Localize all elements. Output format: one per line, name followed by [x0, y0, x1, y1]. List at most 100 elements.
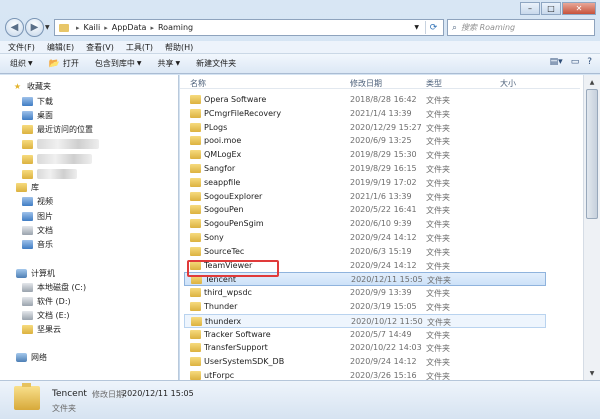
close-button[interactable]: ✕	[562, 2, 596, 15]
nav-blurred-item[interactable]	[22, 169, 77, 179]
file-row[interactable]: SogouPen 2020/5/22 16:41 文件夹	[184, 203, 546, 217]
file-row[interactable]: Sony 2020/9/24 14:12 文件夹	[184, 231, 546, 245]
nav-drive-c[interactable]: 本地磁盘 (C:)	[22, 282, 86, 293]
organize-button[interactable]: 组织 ▼	[10, 58, 33, 69]
file-row[interactable]: Thunder 2020/3/19 15:05 文件夹	[184, 300, 546, 314]
folder-icon	[190, 205, 201, 215]
breadcrumb-roaming[interactable]: Roaming	[158, 23, 193, 32]
menu-file[interactable]: 文件(F)	[8, 42, 35, 53]
file-row[interactable]: PLogs 2020/12/29 15:27 文件夹	[184, 121, 546, 135]
file-date: 2020/9/9 13:39	[350, 288, 412, 298]
nav-desktop[interactable]: 桌面	[22, 110, 53, 121]
column-headers: 名称 修改日期 类型 大小	[180, 75, 580, 89]
nav-libraries[interactable]: 库	[16, 182, 39, 193]
new-folder-button[interactable]: 新建文件夹	[196, 58, 236, 69]
file-date: 2020/10/12 11:50	[351, 316, 423, 326]
nav-downloads[interactable]: 下载	[22, 96, 53, 107]
nav-label: 收藏夹	[27, 82, 51, 91]
refresh-icon[interactable]: ⟳	[425, 21, 441, 34]
file-type: 文件夹	[426, 178, 450, 188]
nav-music[interactable]: 音乐	[22, 239, 53, 250]
folder-icon	[14, 383, 40, 410]
file-row[interactable]: thunderx 2020/10/12 11:50 文件夹	[184, 313, 546, 328]
file-row[interactable]: SogouExplorer 2021/1/6 13:39 文件夹	[184, 190, 546, 204]
file-name: Thunder	[204, 302, 238, 311]
folder-icon	[190, 246, 201, 256]
folder-icon	[22, 139, 33, 149]
file-row[interactable]: third_wpsdc 2020/9/9 13:39 文件夹	[184, 286, 546, 300]
file-row[interactable]: seappfile 2019/9/19 17:02 文件夹	[184, 176, 546, 190]
scroll-down-arrow-icon[interactable]: ▼	[584, 366, 600, 380]
address-bar[interactable]: ▸ Kaili ▸ AppData ▸ Roaming ▼ ⟳	[54, 19, 444, 36]
drive-icon	[22, 283, 33, 292]
file-name: SourceTec	[204, 246, 245, 256]
vertical-scrollbar[interactable]: ▲ ▼	[583, 75, 600, 380]
preview-pane-icon[interactable]: ▭	[571, 57, 580, 67]
menu-view[interactable]: 查看(V)	[86, 42, 114, 53]
nav-network[interactable]: 网络	[16, 352, 47, 363]
nav-favorites[interactable]: ★ 收藏夹	[12, 81, 51, 92]
file-type: 文件夹	[426, 247, 450, 257]
file-row[interactable]: UserSystemSDK_DB 2020/9/24 14:12 文件夹	[184, 355, 546, 369]
file-type: 文件夹	[427, 317, 451, 327]
nutcloud-icon	[22, 325, 33, 334]
file-type: 文件夹	[426, 165, 450, 174]
menu-edit[interactable]: 编辑(E)	[47, 42, 74, 53]
nav-documents[interactable]: 文档	[22, 225, 53, 236]
nav-nutcloud[interactable]: 坚果云	[22, 324, 61, 335]
forward-button[interactable]: ▶	[25, 18, 44, 37]
file-name: SogouExplorer	[204, 191, 263, 201]
file-row[interactable]: TransferSupport 2020/10/22 14:03 文件夹	[184, 341, 546, 355]
chevron-right-icon[interactable]: ▸	[104, 24, 108, 32]
share-button[interactable]: 共享 ▼	[157, 58, 180, 69]
help-icon[interactable]: ?	[587, 57, 592, 67]
chevron-right-icon[interactable]: ▸	[150, 24, 154, 32]
back-button[interactable]: ◀	[5, 18, 24, 37]
file-row[interactable]: SogouPenSgim 2020/6/10 9:39 文件夹	[184, 217, 546, 231]
view-options-icon[interactable]: ▤▾	[550, 57, 563, 67]
share-label: 共享	[157, 59, 174, 68]
file-row[interactable]: Tracker Software 2020/5/7 14:49 文件夹	[184, 328, 546, 342]
file-row[interactable]: PCmgrFileRecovery 2021/1/4 13:39 文件夹	[184, 107, 546, 121]
file-row[interactable]: Sangfor 2019/8/29 16:15 文件夹	[184, 162, 546, 176]
nav-recent-places[interactable]: 最近访问的位置	[22, 124, 93, 135]
minimize-button[interactable]: –	[520, 2, 540, 15]
search-input[interactable]: ⌕ 搜索 Roaming	[447, 19, 595, 36]
chevron-right-icon[interactable]: ▸	[76, 24, 80, 32]
nav-computer[interactable]: 计算机	[16, 268, 55, 279]
file-type: 文件夹	[426, 109, 450, 119]
folder-icon	[59, 23, 69, 32]
nav-drive-e[interactable]: 文档 (E:)	[22, 310, 70, 321]
include-in-library-label: 包含到库中	[94, 59, 135, 68]
chevron-down-icon: ▼	[175, 60, 181, 67]
include-in-library-button[interactable]: 包含到库中 ▼	[95, 58, 142, 69]
file-type: 文件夹	[426, 372, 450, 380]
open-button[interactable]: 📂 打开	[49, 58, 79, 69]
network-icon	[16, 353, 27, 362]
maximize-button[interactable]: □	[541, 2, 561, 15]
file-row[interactable]: utForpc 2020/3/26 15:16 文件夹	[184, 369, 546, 380]
file-row[interactable]: Opera Software 2018/8/28 16:42 文件夹	[184, 93, 546, 107]
file-row[interactable]: QMLogEx 2019/8/29 15:30 文件夹	[184, 148, 546, 162]
breadcrumb-kaili[interactable]: Kaili	[84, 23, 101, 32]
nav-videos[interactable]: 视频	[22, 196, 53, 207]
file-date: 2020/6/3 15:19	[350, 246, 412, 256]
explorer-window: – □ ✕ ◀ ▶ ▼ ▸ Kaili ▸ AppData ▸ Roaming …	[0, 0, 600, 419]
breadcrumb-appdata[interactable]: AppData	[112, 23, 147, 32]
menu-tools[interactable]: 工具(T)	[126, 42, 153, 53]
address-dropdown-icon[interactable]: ▼	[414, 24, 419, 31]
recent-pages-dropdown[interactable]: ▼	[45, 24, 50, 31]
nav-drive-d[interactable]: 软件 (D:)	[22, 296, 71, 307]
forward-arrow-icon: ▶	[30, 22, 39, 33]
nav-blurred-item[interactable]	[22, 154, 92, 164]
nav-blurred-item[interactable]	[22, 139, 99, 149]
scroll-up-arrow-icon[interactable]: ▲	[584, 75, 600, 89]
file-row[interactable]: SourceTec 2020/6/3 15:19 文件夹	[184, 245, 546, 259]
menu-help[interactable]: 帮助(H)	[165, 42, 193, 53]
file-type: 文件夹	[426, 358, 450, 368]
scroll-thumb[interactable]	[586, 89, 598, 219]
file-row[interactable]: pooi.moe 2020/6/9 13:25 文件夹	[184, 134, 546, 148]
nav-pictures[interactable]: 图片	[22, 211, 53, 222]
file-date: 2020/10/22 14:03	[350, 343, 422, 353]
file-name: PCmgrFileRecovery	[204, 108, 282, 118]
